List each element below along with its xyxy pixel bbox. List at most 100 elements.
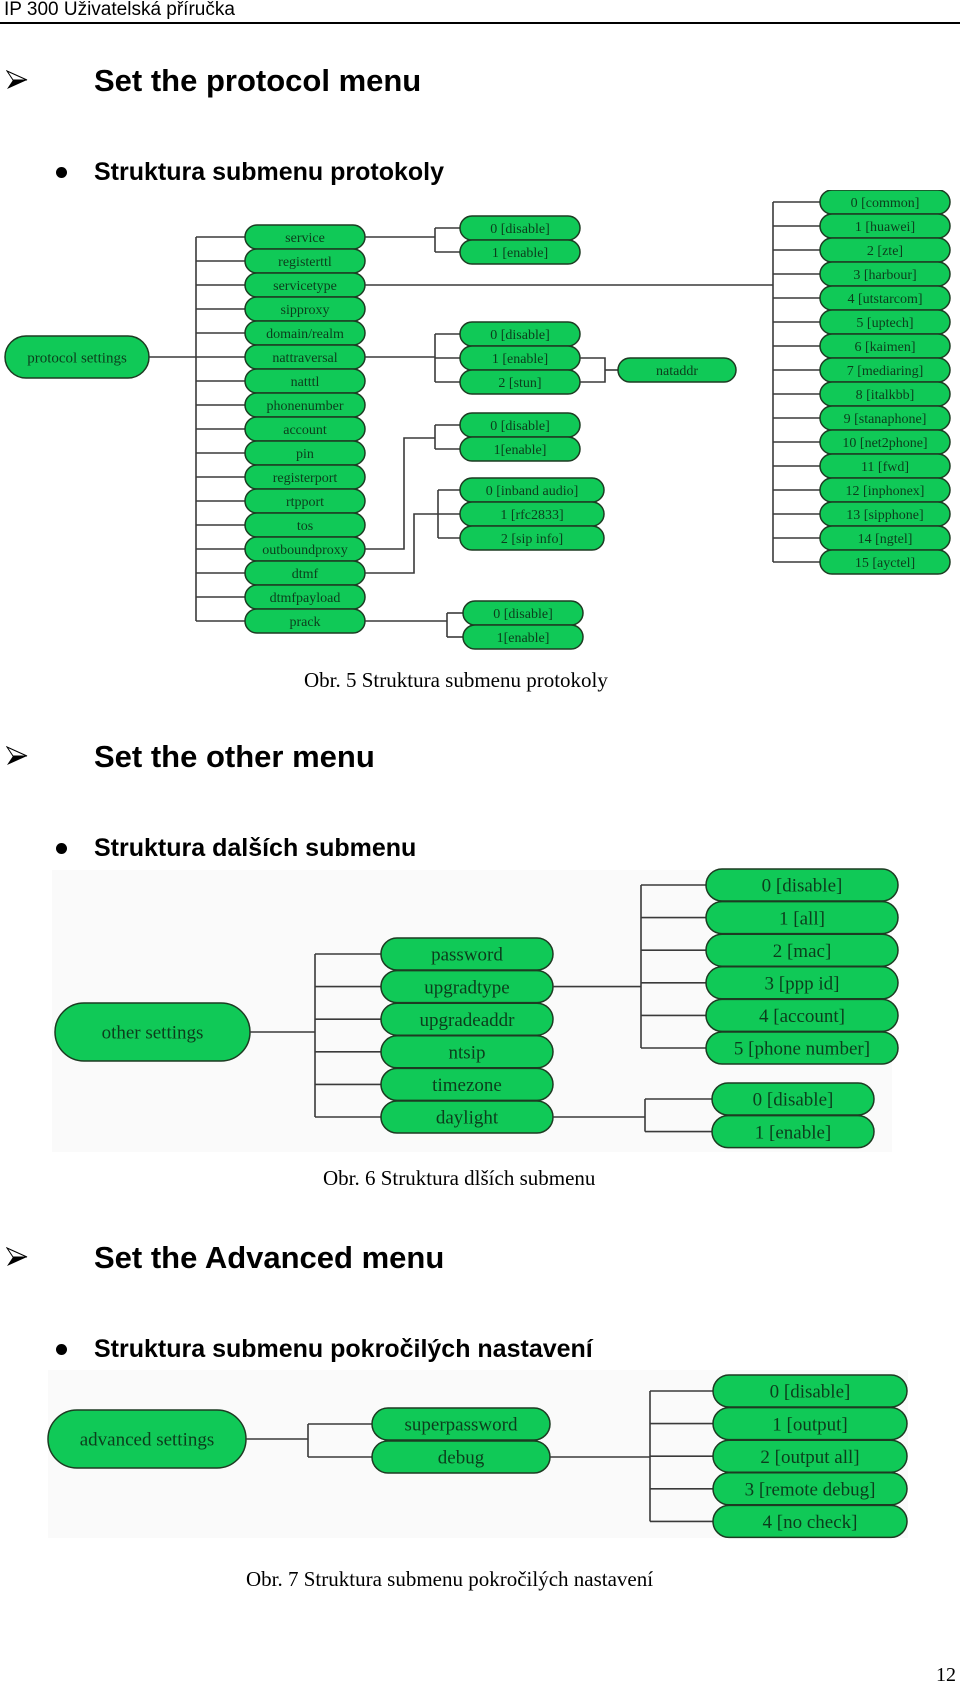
node-item-dtmf: dtmf: [244, 560, 366, 586]
node-label: 12 [inphonex]: [846, 484, 925, 499]
node-label: domain/realm: [266, 327, 344, 342]
node-label: upgradtype: [424, 977, 509, 998]
node-servicetype-6-kaimen: 6 [kaimen]: [819, 333, 951, 359]
node-label: phonenumber: [267, 399, 344, 414]
node-label: 1 [output]: [772, 1414, 847, 1435]
figure-caption-6: Obr. 6 Struktura dlších submenu: [323, 1166, 596, 1190]
node-daylight-1-enable: 1 [enable]: [711, 1114, 875, 1149]
node-nattraversal-2-stun: 2 [stun]: [459, 369, 581, 395]
nataddr-connector: [580, 357, 606, 383]
node-upgradtype-0-disable: 0 [disable]: [705, 868, 899, 902]
bullet-icon: [56, 843, 67, 854]
node-item-timezone: timezone: [380, 1067, 554, 1102]
node-label: 0 [disable]: [493, 607, 552, 622]
node-label: nataddr: [656, 364, 698, 379]
node-service-1-enable: 1 [enable]: [459, 239, 581, 265]
node-upgradtype-3-ppp-id: 3 [ppp id]: [705, 966, 899, 1000]
node-label: daylight: [436, 1108, 499, 1129]
node-upgradtype-4-account: 4 [account]: [705, 998, 899, 1033]
node-debug-4-no-check: 4 [no check]: [712, 1504, 908, 1539]
node-servicetype-2-zte: 2 [zte]: [819, 237, 951, 263]
node-label: 14 [ngtel]: [858, 532, 913, 547]
node-label: servicetype: [273, 279, 337, 294]
node-label: upgradeaddr: [420, 1010, 516, 1031]
node-label: 1 [all]: [779, 908, 825, 929]
subheading-text: Struktura submenu protokoly: [94, 158, 445, 186]
node-label: 0 [inband audio]: [486, 484, 579, 499]
node-label: ntsip: [449, 1042, 486, 1063]
node-label: 1 [enable]: [492, 352, 548, 367]
bullet-icon: [56, 1344, 67, 1355]
node-label: pin: [296, 447, 314, 462]
node-label: 0 [disable]: [490, 328, 549, 343]
node-label: 4 [utstarcom]: [847, 292, 922, 307]
other-menu-diagram: other settings password upgradtype upgradea…: [52, 868, 899, 1152]
arrow-bullet-icon: [6, 70, 28, 89]
node-label: other settings: [102, 1023, 204, 1044]
node-item-upgradeaddr: upgradeaddr: [380, 1002, 554, 1036]
node-prack-1-enable: 1[enable]: [462, 624, 584, 650]
node-item-pin: pin: [244, 440, 366, 466]
node-item-outboundproxy: outboundproxy: [244, 536, 366, 562]
node-item-domain-realm: domain/realm: [244, 320, 366, 346]
node-label: 0 [disable]: [770, 1382, 851, 1403]
node-label: 2 [zte]: [867, 244, 903, 259]
node-label: registerttl: [278, 255, 332, 270]
node-debug-0-disable: 0 [disable]: [712, 1374, 908, 1408]
node-label: tos: [297, 519, 313, 534]
node-label: 2 [sip info]: [501, 532, 563, 547]
node-label: nattraversal: [272, 351, 337, 366]
figure-caption-7: Obr. 7 Struktura submenu pokročilých nas…: [246, 1567, 654, 1591]
heading-text: Set the Advanced menu: [94, 1240, 445, 1275]
node-label: 4 [account]: [759, 1006, 845, 1027]
node-label: 3 [ppp id]: [765, 973, 840, 994]
node-label: 5 [uptech]: [856, 316, 913, 331]
node-item-nattraversal: nattraversal: [244, 344, 366, 370]
node-label: 1[enable]: [497, 631, 550, 646]
node-nattraversal-0-disable: 0 [disable]: [459, 321, 581, 347]
protocol-menu-diagram: protocol settings service registerttl servi…: [4, 190, 951, 650]
node-servicetype-11-fwd: 11 [fwd]: [819, 453, 951, 479]
node-root-protocol-settings: protocol settings: [4, 335, 150, 379]
node-label: dtmf: [292, 567, 319, 582]
node-label: account: [283, 423, 327, 438]
node-item-rtpport: rtpport: [244, 488, 366, 514]
node-label: 7 [mediaring]: [847, 364, 924, 379]
node-servicetype-13-sipphone: 13 [sipphone]: [819, 501, 951, 527]
node-label: sipproxy: [281, 303, 330, 318]
node-item-phonenumber: phonenumber: [244, 392, 366, 418]
node-servicetype-14-ngtel: 14 [ngtel]: [819, 525, 951, 551]
node-label: advanced settings: [80, 1430, 215, 1451]
node-item-dtmfpayload: dtmfpayload: [244, 584, 366, 610]
node-label: timezone: [432, 1075, 502, 1096]
node-item-account: account: [244, 416, 366, 442]
node-debug-2-output-all: 2 [output all]: [712, 1439, 908, 1473]
node-label: registerport: [273, 471, 338, 486]
node-label: 2 [output all]: [760, 1447, 859, 1468]
node-label: 3 [remote debug]: [745, 1479, 876, 1500]
node-item-servicetype: servicetype: [244, 272, 366, 298]
node-root-advanced-settings: advanced settings: [47, 1409, 247, 1469]
page-number: 12: [936, 1664, 956, 1686]
node-servicetype-15-ayctel: 15 [ayctel]: [819, 549, 951, 575]
node-item-registerttl: registerttl: [244, 248, 366, 274]
dtmf-connector: [365, 513, 460, 574]
node-daylight-0-disable: 0 [disable]: [711, 1082, 875, 1116]
node-label: password: [431, 945, 503, 966]
node-label: superpassword: [405, 1415, 518, 1436]
node-label: natttl: [291, 375, 320, 390]
node-item-password: password: [380, 937, 554, 971]
node-label: 11 [fwd]: [861, 460, 909, 475]
node-nattraversal-1-enable: 1 [enable]: [459, 345, 581, 371]
node-dtmf-1-rfc2833: 1 [rfc2833]: [459, 501, 605, 527]
node-label: 0 [common]: [851, 196, 920, 211]
node-label: prack: [289, 615, 320, 630]
node-servicetype-8-italkbb: 8 [italkbb]: [819, 381, 951, 407]
node-debug-1-output: 1 [output]: [712, 1406, 908, 1441]
node-label: 4 [no check]: [763, 1512, 858, 1533]
node-item-superpassword: superpassword: [371, 1407, 551, 1441]
node-item-service: service: [244, 224, 366, 250]
document-title: IP 300 Uživatelská příručka: [4, 0, 235, 20]
node-label: 15 [ayctel]: [855, 556, 915, 571]
node-label: 8 [italkbb]: [856, 388, 915, 403]
